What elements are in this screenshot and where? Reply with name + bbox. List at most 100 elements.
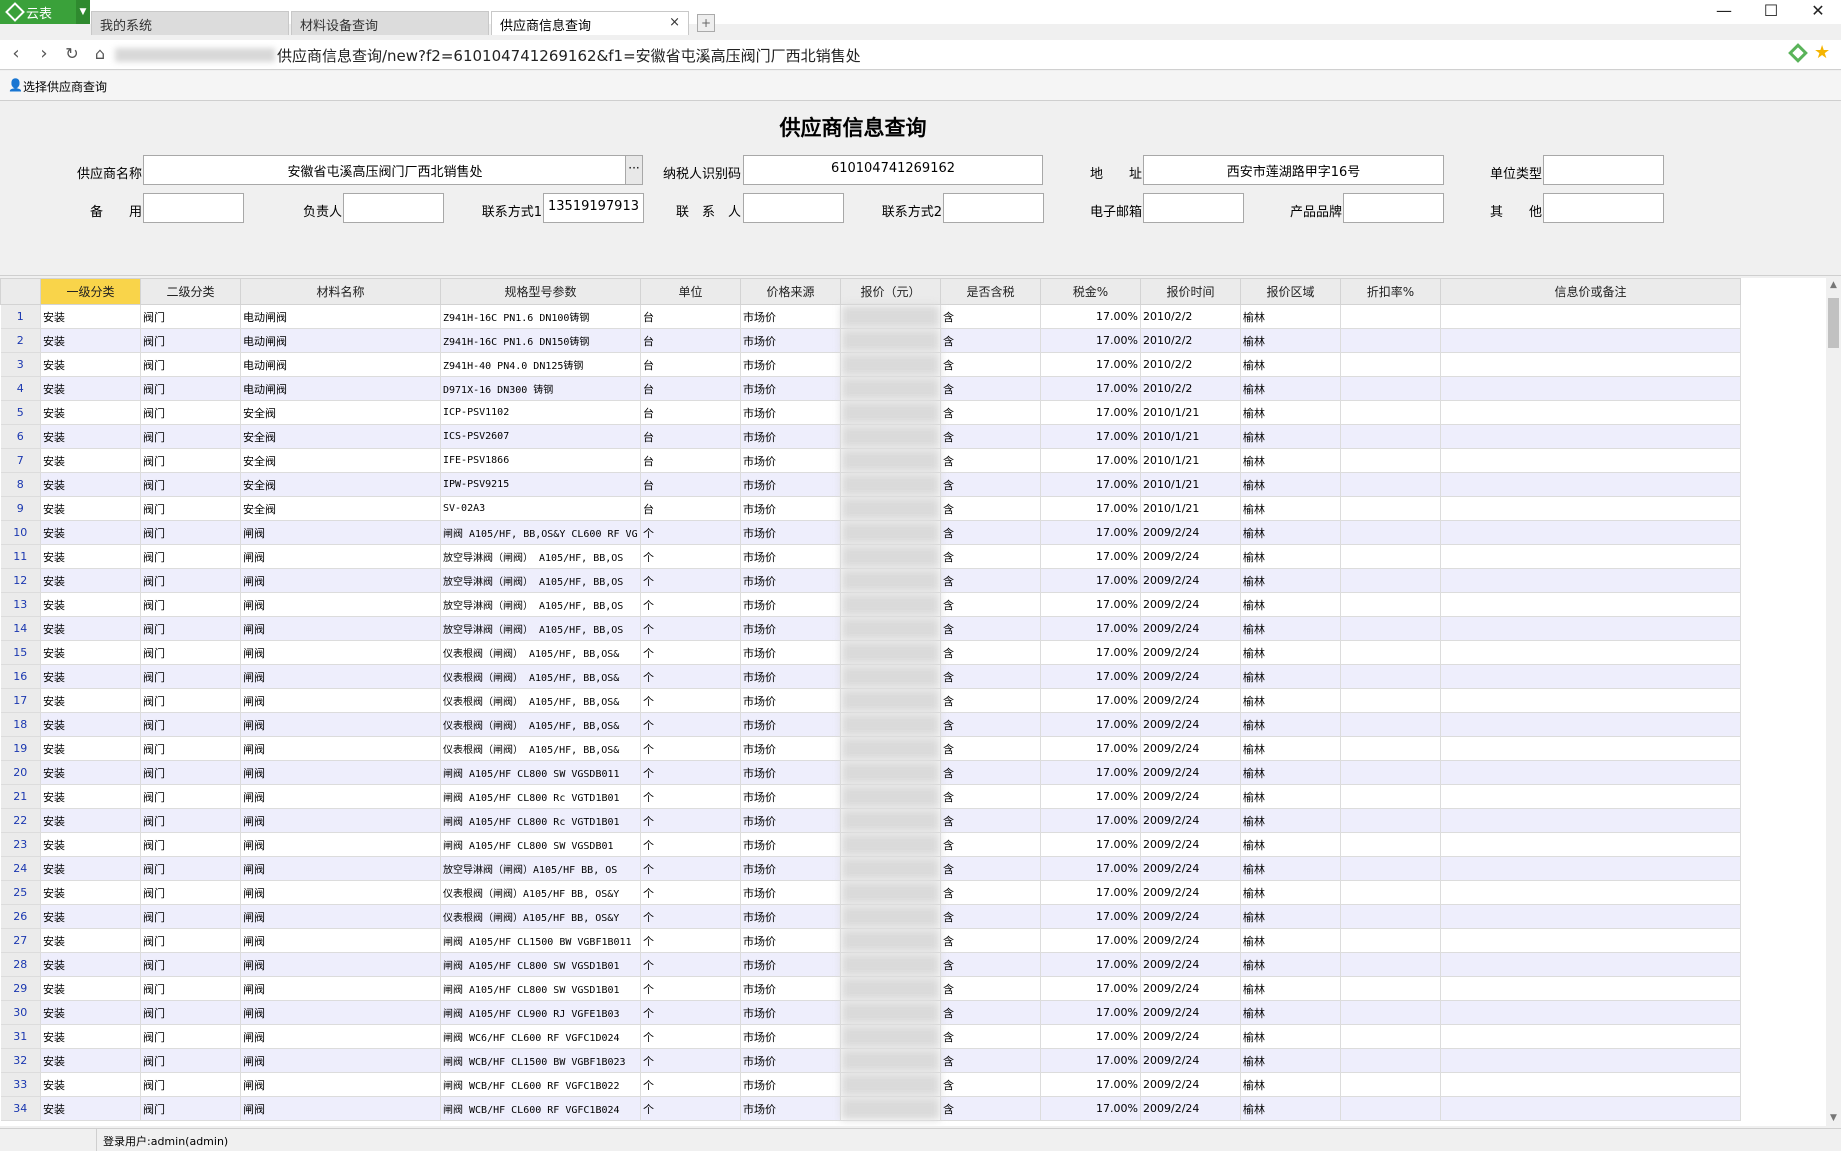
supplier-name-field[interactable]: 安徽省屯溪高压阀门厂西北销售处 [143, 155, 627, 185]
table-cell[interactable]: 安装 [40, 328, 141, 353]
table-cell[interactable]: 榆林 [1240, 1096, 1341, 1121]
email-field[interactable] [1143, 193, 1244, 223]
table-cell[interactable]: 17.00% [1040, 544, 1141, 569]
table-cell[interactable]: 台 [640, 376, 741, 401]
table-cell[interactable]: 安装 [40, 448, 141, 473]
table-cell[interactable]: 阀门 [140, 304, 241, 329]
table-cell[interactable] [1440, 904, 1741, 929]
table-cell[interactable]: 市场价 [740, 904, 841, 929]
table-row[interactable]: 17 安装 阀门 闸阀 仪表根阀（闸阀） A105/HF, BB,OS& 个市场价 含 17.… [0, 688, 1741, 713]
table-cell[interactable]: 闸阀 A105/HF CL800 Rc VGTD1B01 [440, 808, 641, 833]
table-cell[interactable] [1440, 712, 1741, 737]
table-cell[interactable]: 榆林 [1240, 1024, 1341, 1049]
table-cell[interactable]: 市场价 [740, 376, 841, 401]
scroll-down-icon[interactable]: ▼ [1826, 1111, 1841, 1126]
column-header[interactable]: 折扣率% [1340, 278, 1441, 305]
table-cell[interactable] [1440, 496, 1741, 521]
table-cell[interactable]: 电动闸阀 [240, 352, 441, 377]
table-cell[interactable]: 含 [940, 328, 1041, 353]
table-cell[interactable]: 2009/2/24 [1140, 544, 1241, 569]
table-cell[interactable]: ICP-PSV1102 [440, 400, 641, 425]
table-cell[interactable]: 含 [940, 520, 1041, 545]
table-cell[interactable]: 阀门 [140, 856, 241, 881]
table-cell[interactable]: 17.00% [1040, 976, 1141, 1001]
table-cell[interactable]: 榆林 [1240, 1000, 1341, 1025]
table-cell[interactable]: 榆林 [1240, 568, 1341, 593]
table-cell[interactable]: 17.00% [1040, 832, 1141, 857]
table-cell[interactable] [1340, 544, 1441, 569]
table-cell[interactable]: 个 [640, 592, 741, 617]
table-cell[interactable]: 含 [940, 928, 1041, 953]
table-cell[interactable]: 安装 [40, 1096, 141, 1121]
table-cell[interactable]: 阀门 [140, 760, 241, 785]
table-cell[interactable]: 个 [640, 688, 741, 713]
vertical-scrollbar[interactable]: ▲ ▼ [1826, 278, 1841, 1126]
table-cell[interactable]: 榆林 [1240, 592, 1341, 617]
table-cell[interactable] [840, 976, 941, 1001]
table-cell[interactable] [1440, 448, 1741, 473]
table-cell[interactable]: 2009/2/24 [1140, 712, 1241, 737]
table-cell[interactable] [1340, 1072, 1441, 1097]
table-cell[interactable]: 17.00% [1040, 712, 1141, 737]
table-cell[interactable]: 个 [640, 544, 741, 569]
table-cell[interactable] [1440, 1024, 1741, 1049]
table-cell[interactable]: 市场价 [740, 472, 841, 497]
table-cell[interactable]: 17.00% [1040, 1072, 1141, 1097]
table-cell[interactable]: 含 [940, 856, 1041, 881]
table-cell[interactable]: 仪表根阀（闸阀） A105/HF, BB,OS& [440, 736, 641, 761]
table-cell[interactable] [1440, 1096, 1741, 1121]
table-cell[interactable]: 仪表根阀（闸阀） A105/HF, BB,OS& [440, 712, 641, 737]
table-cell[interactable]: 放空导淋阀（闸阀） A105/HF, BB,OS [440, 616, 641, 641]
table-cell[interactable]: 2009/2/24 [1140, 736, 1241, 761]
table-cell[interactable]: 市场价 [740, 568, 841, 593]
table-cell[interactable]: 安装 [40, 352, 141, 377]
table-cell[interactable]: 闸阀 [240, 736, 441, 761]
table-cell[interactable] [1340, 1024, 1441, 1049]
table-cell[interactable]: 含 [940, 808, 1041, 833]
table-cell[interactable]: 含 [940, 904, 1041, 929]
table-cell[interactable]: 阀门 [140, 568, 241, 593]
address-field[interactable]: 西安市莲湖路甲字16号 [1143, 155, 1444, 185]
table-cell[interactable]: 阀门 [140, 1072, 241, 1097]
table-cell[interactable]: 17.00% [1040, 376, 1141, 401]
table-cell[interactable]: 阀门 [140, 352, 241, 377]
table-cell[interactable]: 个 [640, 1048, 741, 1073]
table-cell[interactable]: 安装 [40, 520, 141, 545]
table-cell[interactable] [1340, 880, 1441, 905]
table-cell[interactable]: 17.00% [1040, 472, 1141, 497]
table-cell[interactable] [840, 424, 941, 449]
table-cell[interactable]: 市场价 [740, 640, 841, 665]
table-cell[interactable] [1440, 568, 1741, 593]
table-cell[interactable]: 榆林 [1240, 976, 1341, 1001]
table-cell[interactable]: 市场价 [740, 832, 841, 857]
table-cell[interactable]: 榆林 [1240, 952, 1341, 977]
table-cell[interactable]: 闸阀 [240, 856, 441, 881]
table-cell[interactable]: 闸阀 WCB/HF CL600 RF VGFC1B024 [440, 1096, 641, 1121]
home-icon[interactable]: ⌂ [90, 45, 110, 65]
table-cell[interactable]: 闸阀 [240, 904, 441, 929]
table-cell[interactable]: 闸阀 WCB/HF CL600 RF VGFC1B022 [440, 1072, 641, 1097]
table-cell[interactable]: 阀门 [140, 952, 241, 977]
app-menu-button[interactable]: 云表 ▼ [0, 0, 90, 24]
table-cell[interactable]: 2009/2/24 [1140, 1096, 1241, 1121]
table-cell[interactable] [840, 544, 941, 569]
table-cell[interactable]: 阀门 [140, 688, 241, 713]
table-cell[interactable]: 阀门 [140, 904, 241, 929]
column-header[interactable]: 信息价或备注 [1440, 278, 1741, 305]
table-cell[interactable]: 含 [940, 544, 1041, 569]
table-cell[interactable]: 市场价 [740, 496, 841, 521]
table-cell[interactable]: 2009/2/24 [1140, 520, 1241, 545]
table-cell[interactable]: 安装 [40, 928, 141, 953]
table-cell[interactable] [840, 880, 941, 905]
table-cell[interactable]: 17.00% [1040, 664, 1141, 689]
table-cell[interactable]: 闸阀 A105/HF CL800 SW VGSD1B01 [440, 952, 641, 977]
table-cell[interactable] [1440, 808, 1741, 833]
table-cell[interactable]: Z941H-16C PN1.6 DN150铸钢 [440, 328, 641, 353]
table-cell[interactable]: 2009/2/24 [1140, 688, 1241, 713]
table-cell[interactable]: 17.00% [1040, 952, 1141, 977]
table-cell[interactable]: 市场价 [740, 352, 841, 377]
table-cell[interactable] [1340, 904, 1441, 929]
table-cell[interactable]: 含 [940, 616, 1041, 641]
table-cell[interactable]: 2009/2/24 [1140, 568, 1241, 593]
table-cell[interactable] [840, 952, 941, 977]
